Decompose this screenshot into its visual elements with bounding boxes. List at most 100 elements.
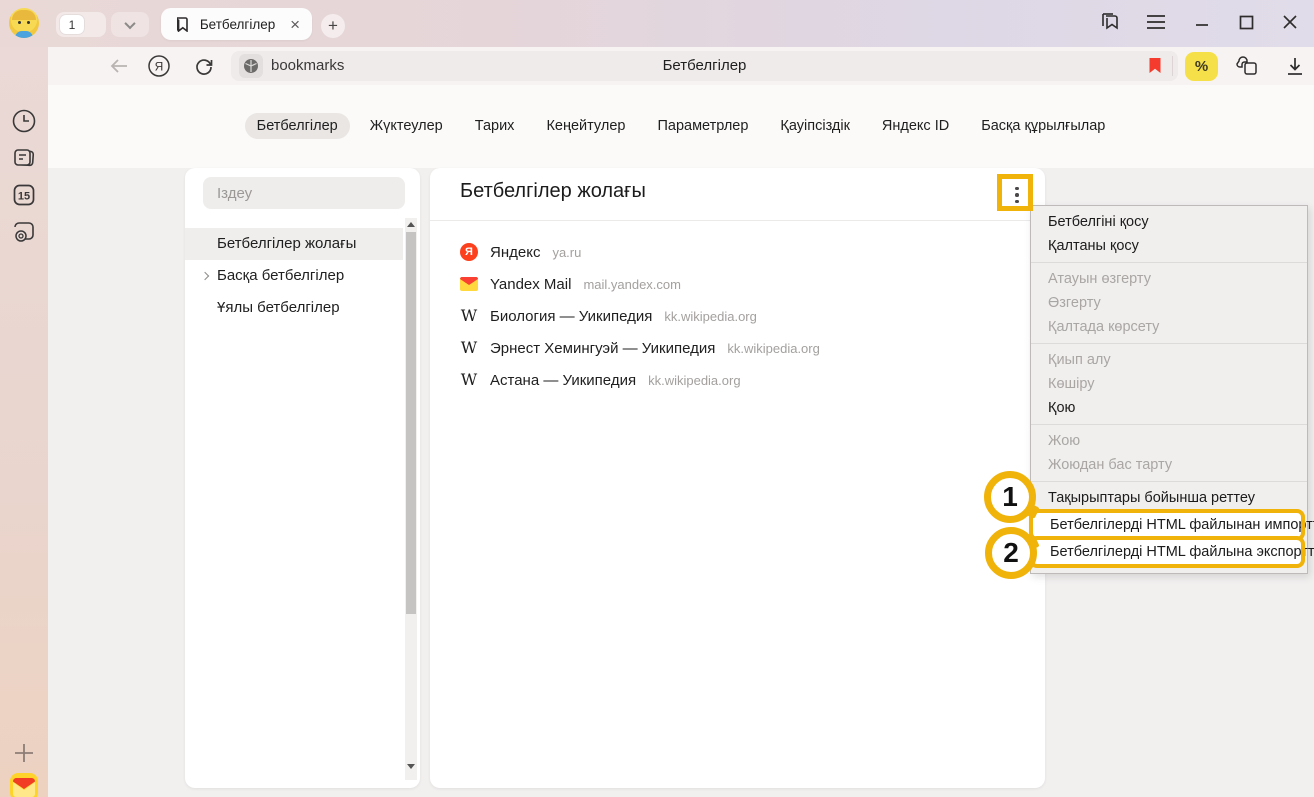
menu-item-delete: Жою bbox=[1031, 429, 1307, 453]
menu-item-rename: Атауын өзгерту bbox=[1031, 267, 1307, 291]
page-title: Бетбелгілер жолағы bbox=[460, 180, 646, 203]
bookmark-flag-icon[interactable] bbox=[1148, 57, 1162, 74]
menu-item-copy: Көшіру bbox=[1031, 372, 1307, 396]
bookmark-title: Эрнест Хемингуэй — Уикипедия bbox=[490, 340, 715, 357]
scroll-up-icon[interactable] bbox=[407, 222, 415, 227]
extensions-icon[interactable] bbox=[1232, 51, 1262, 81]
bookmark-row[interactable]: Я Яндекс ya.ru bbox=[460, 239, 581, 265]
bookmark-row[interactable]: W Эрнест Хемингуэй — Уикипедия kk.wikipe… bbox=[460, 335, 820, 361]
menu-item-add-folder[interactable]: Қалтаны қосу bbox=[1031, 234, 1307, 258]
yandex-mail-app-icon[interactable] bbox=[8, 771, 40, 797]
heading-divider bbox=[430, 220, 1045, 221]
address-page-title: Бетбелгілер bbox=[231, 51, 1178, 81]
chevron-down-icon bbox=[124, 17, 135, 28]
bookmark-url: kk.wikipedia.org bbox=[648, 373, 741, 388]
folder-label: Басқа бетбелгілер bbox=[217, 267, 344, 284]
menu-item-undo-delete: Жоюдан бас тарту bbox=[1031, 453, 1307, 477]
bookmarks-panel-icon[interactable] bbox=[1094, 6, 1126, 38]
calendar-icon[interactable]: 15 bbox=[8, 179, 40, 211]
tab-security[interactable]: Қауіпсіздік bbox=[768, 113, 862, 139]
folder-bookmarks-bar[interactable]: Бетбелгілер жолағы bbox=[185, 228, 403, 260]
bookmarks-panel: Бетбелгілер жолағы Я Яндекс ya.ru Yandex… bbox=[430, 168, 1045, 788]
menu-item-sort-by-title[interactable]: Тақырыптары бойынша реттеу bbox=[1031, 486, 1307, 510]
browser-window: 1 Бетбелгілер × + bbox=[0, 0, 1314, 797]
bookmark-url: ya.ru bbox=[552, 245, 581, 260]
bookmark-row[interactable]: Yandex Mail mail.yandex.com bbox=[460, 271, 681, 297]
bookmark-title: Yandex Mail bbox=[490, 276, 571, 293]
tab-other-devices[interactable]: Басқа құрылғылар bbox=[969, 113, 1117, 139]
scrollbar-thumb[interactable] bbox=[406, 232, 416, 614]
avatar-eye bbox=[18, 21, 21, 24]
wikipedia-favicon: W bbox=[460, 371, 478, 389]
tabs-panel-icon[interactable] bbox=[8, 142, 40, 174]
tab-history[interactable]: Тарих bbox=[463, 113, 527, 139]
refresh-icon[interactable] bbox=[189, 51, 219, 81]
profile-avatar[interactable] bbox=[9, 8, 39, 38]
bookmark-row[interactable]: W Астана — Уикипедия kk.wikipedia.org bbox=[460, 367, 741, 393]
folder-label: Ұялы бетбелгілер bbox=[217, 299, 340, 316]
add-widget-icon[interactable] bbox=[8, 737, 40, 769]
folders-panel: Бетбелгілер жолағы Басқа бетбелгілер Ұял… bbox=[185, 168, 420, 788]
wikipedia-favicon: W bbox=[460, 307, 478, 325]
browser-menu-icon[interactable] bbox=[1140, 6, 1172, 38]
browser-tab[interactable]: Бетбелгілер × bbox=[161, 8, 312, 40]
toolbar-divider bbox=[1172, 56, 1173, 76]
side-rail: 15 bbox=[0, 47, 48, 797]
folder-other-bookmarks[interactable]: Басқа бетбелгілер bbox=[185, 260, 403, 292]
address-bar[interactable]: bookmarks Бетбелгілер bbox=[231, 51, 1178, 81]
scroll-down-icon[interactable] bbox=[407, 764, 415, 769]
menu-item-show-in-folder: Қалтада көрсету bbox=[1031, 315, 1307, 339]
maximize-button[interactable] bbox=[1230, 6, 1262, 38]
menu-item-cut: Қиып алу bbox=[1031, 348, 1307, 372]
folder-mobile-bookmarks[interactable]: Ұялы бетбелгілер bbox=[185, 292, 403, 324]
bookmark-title: Астана — Уикипедия bbox=[490, 372, 636, 389]
tab-group-pill[interactable]: 1 bbox=[56, 12, 106, 37]
menu-item-export-html[interactable]: Бетбелгілерді HTML файлына экспорттау bbox=[1033, 540, 1301, 564]
tab-bookmarks[interactable]: Бетбелгілер bbox=[245, 113, 350, 139]
tab-group-dropdown[interactable] bbox=[111, 12, 149, 37]
avatar-eye bbox=[27, 21, 30, 24]
menu-item-add-bookmark[interactable]: Бетбелгіні қосу bbox=[1031, 210, 1307, 234]
tab-strip: 1 Бетбелгілер × + bbox=[0, 0, 1314, 47]
minimize-button[interactable] bbox=[1186, 6, 1218, 38]
tab-close-icon[interactable]: × bbox=[290, 16, 300, 33]
svg-text:15: 15 bbox=[18, 191, 30, 203]
settings-nav-tabs: Бетбелгілер Жүктеулер Тарих Кеңейтулер П… bbox=[48, 111, 1314, 141]
menu-divider bbox=[1031, 343, 1307, 344]
bookmark-row[interactable]: W Биология — Уикипедия kk.wikipedia.org bbox=[460, 303, 757, 329]
wikipedia-favicon: W bbox=[460, 339, 478, 357]
avatar-hair bbox=[12, 10, 36, 20]
downloads-icon[interactable] bbox=[1280, 51, 1310, 81]
annotation-step-1: 1 bbox=[984, 471, 1036, 523]
menu-item-paste[interactable]: Қою bbox=[1031, 396, 1307, 420]
tab-title: Бетбелгілер bbox=[191, 17, 284, 32]
close-window-button[interactable] bbox=[1274, 6, 1306, 38]
avatar-collar bbox=[15, 31, 33, 38]
menu-divider bbox=[1031, 481, 1307, 482]
yandex-home-icon[interactable]: Я bbox=[144, 51, 174, 81]
svg-text:Я: Я bbox=[155, 60, 164, 74]
back-icon[interactable] bbox=[104, 51, 134, 81]
annotation-step-2: 2 bbox=[985, 527, 1037, 579]
folders-scrollbar[interactable] bbox=[405, 218, 417, 797]
tab-group-count: 1 bbox=[60, 15, 84, 34]
chevron-right-icon[interactable] bbox=[201, 272, 209, 280]
menu-divider bbox=[1031, 262, 1307, 263]
bookmark-url: mail.yandex.com bbox=[583, 277, 681, 292]
mail-favicon bbox=[460, 275, 478, 293]
tab-downloads[interactable]: Жүктеулер bbox=[358, 113, 455, 139]
percent-badge[interactable]: % bbox=[1185, 52, 1218, 81]
yandex-favicon: Я bbox=[460, 243, 478, 261]
tab-settings[interactable]: Параметрлер bbox=[645, 113, 760, 139]
bookmark-title: Яндекс bbox=[490, 244, 540, 261]
tab-extensions[interactable]: Кеңейтулер bbox=[534, 113, 637, 139]
search-input[interactable] bbox=[203, 177, 405, 209]
menu-divider bbox=[1031, 424, 1307, 425]
new-tab-button[interactable]: + bbox=[321, 14, 345, 38]
tab-yandex-id[interactable]: Яндекс ID bbox=[870, 113, 961, 139]
history-icon[interactable] bbox=[8, 105, 40, 137]
bookmark-title: Биология — Уикипедия bbox=[490, 308, 652, 325]
screenshot-icon[interactable] bbox=[8, 215, 40, 247]
folder-label: Бетбелгілер жолағы bbox=[217, 235, 356, 252]
menu-item-import-html[interactable]: Бетбелгілерді HTML файлынан импорттау bbox=[1033, 513, 1301, 537]
